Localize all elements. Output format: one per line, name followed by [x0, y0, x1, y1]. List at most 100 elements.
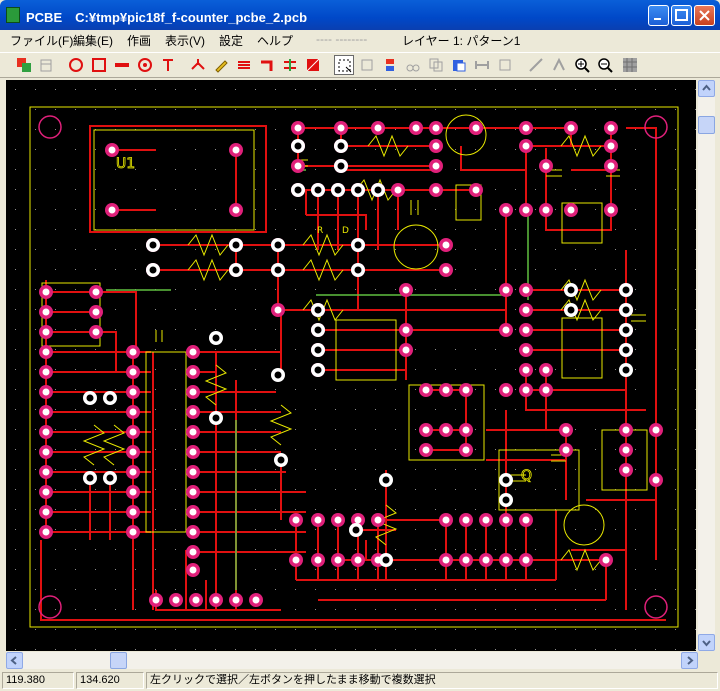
- pad[interactable]: [289, 513, 303, 527]
- pad[interactable]: [334, 121, 348, 135]
- pad[interactable]: [209, 411, 223, 425]
- pad[interactable]: [371, 513, 385, 527]
- pad[interactable]: [334, 139, 348, 153]
- square-pad-icon[interactable]: [89, 55, 109, 75]
- pad[interactable]: [349, 523, 363, 537]
- pad[interactable]: [229, 593, 243, 607]
- pad[interactable]: [149, 593, 163, 607]
- pad[interactable]: [649, 473, 663, 487]
- pad[interactable]: [391, 183, 405, 197]
- pad[interactable]: [126, 445, 140, 459]
- align-icon[interactable]: [380, 55, 400, 75]
- pad[interactable]: [604, 159, 618, 173]
- pad[interactable]: [126, 385, 140, 399]
- pad[interactable]: [89, 305, 103, 319]
- pad[interactable]: [619, 303, 633, 317]
- pad[interactable]: [39, 365, 53, 379]
- pad[interactable]: [499, 473, 513, 487]
- pad[interactable]: [419, 383, 433, 397]
- pad[interactable]: [604, 121, 618, 135]
- pad[interactable]: [186, 345, 200, 359]
- pad[interactable]: [559, 423, 573, 437]
- cut-icon[interactable]: [403, 55, 423, 75]
- pad[interactable]: [39, 385, 53, 399]
- pad[interactable]: [291, 121, 305, 135]
- pad[interactable]: [311, 183, 325, 197]
- measure-icon[interactable]: [526, 55, 546, 75]
- pad[interactable]: [649, 423, 663, 437]
- rotate-icon[interactable]: [495, 55, 515, 75]
- pad[interactable]: [126, 345, 140, 359]
- scroll-up-button[interactable]: [698, 80, 715, 97]
- pad[interactable]: [331, 553, 345, 567]
- pad[interactable]: [311, 303, 325, 317]
- pad[interactable]: [189, 593, 203, 607]
- pad[interactable]: [599, 553, 613, 567]
- pad[interactable]: [439, 553, 453, 567]
- via-icon[interactable]: [135, 55, 155, 75]
- pad[interactable]: [186, 525, 200, 539]
- pad[interactable]: [39, 485, 53, 499]
- pad[interactable]: [126, 505, 140, 519]
- pad[interactable]: [619, 283, 633, 297]
- pad[interactable]: [331, 183, 345, 197]
- pad[interactable]: [186, 505, 200, 519]
- pad[interactable]: [186, 485, 200, 499]
- pad[interactable]: [186, 545, 200, 559]
- trash-icon[interactable]: [36, 55, 56, 75]
- pad[interactable]: [229, 203, 243, 217]
- pad[interactable]: [186, 563, 200, 577]
- move-icon[interactable]: [357, 55, 377, 75]
- copy-icon[interactable]: [426, 55, 446, 75]
- pen-icon[interactable]: [211, 55, 231, 75]
- pad[interactable]: [39, 465, 53, 479]
- pad[interactable]: [311, 343, 325, 357]
- pad[interactable]: [311, 323, 325, 337]
- pad[interactable]: [564, 203, 578, 217]
- pcb-canvas[interactable]: U1 Q R D: [6, 80, 696, 651]
- pad[interactable]: [459, 443, 473, 457]
- pad[interactable]: [519, 121, 533, 135]
- point-icon[interactable]: [188, 55, 208, 75]
- pad[interactable]: [499, 553, 513, 567]
- line-pad-icon[interactable]: [112, 55, 132, 75]
- pad[interactable]: [519, 343, 533, 357]
- horizontal-scroll-thumb[interactable]: [110, 652, 127, 669]
- pad[interactable]: [539, 159, 553, 173]
- pad[interactable]: [429, 183, 443, 197]
- corner-icon[interactable]: [257, 55, 277, 75]
- pad[interactable]: [399, 323, 413, 337]
- pad[interactable]: [39, 525, 53, 539]
- pad[interactable]: [289, 553, 303, 567]
- pad[interactable]: [619, 443, 633, 457]
- pad[interactable]: [519, 513, 533, 527]
- pad[interactable]: [271, 238, 285, 252]
- pad[interactable]: [439, 513, 453, 527]
- pad[interactable]: [186, 385, 200, 399]
- pad[interactable]: [519, 203, 533, 217]
- pad[interactable]: [499, 283, 513, 297]
- pad[interactable]: [351, 263, 365, 277]
- menu-view[interactable]: 表示(V): [165, 32, 205, 49]
- pad[interactable]: [559, 443, 573, 457]
- pad[interactable]: [209, 331, 223, 345]
- pad[interactable]: [519, 553, 533, 567]
- pad[interactable]: [519, 303, 533, 317]
- flip-h-icon[interactable]: [472, 55, 492, 75]
- pad[interactable]: [379, 553, 393, 567]
- pad[interactable]: [564, 283, 578, 297]
- pad[interactable]: [459, 383, 473, 397]
- pad[interactable]: [459, 423, 473, 437]
- app-icon[interactable]: [6, 7, 20, 23]
- pad[interactable]: [619, 363, 633, 377]
- pad[interactable]: [229, 143, 243, 157]
- pad[interactable]: [439, 383, 453, 397]
- pad[interactable]: [419, 423, 433, 437]
- pad[interactable]: [186, 365, 200, 379]
- pad[interactable]: [126, 465, 140, 479]
- pad[interactable]: [186, 405, 200, 419]
- pad[interactable]: [479, 553, 493, 567]
- pad[interactable]: [499, 203, 513, 217]
- maximize-button[interactable]: [671, 5, 692, 26]
- vertical-scroll-thumb[interactable]: [698, 116, 715, 134]
